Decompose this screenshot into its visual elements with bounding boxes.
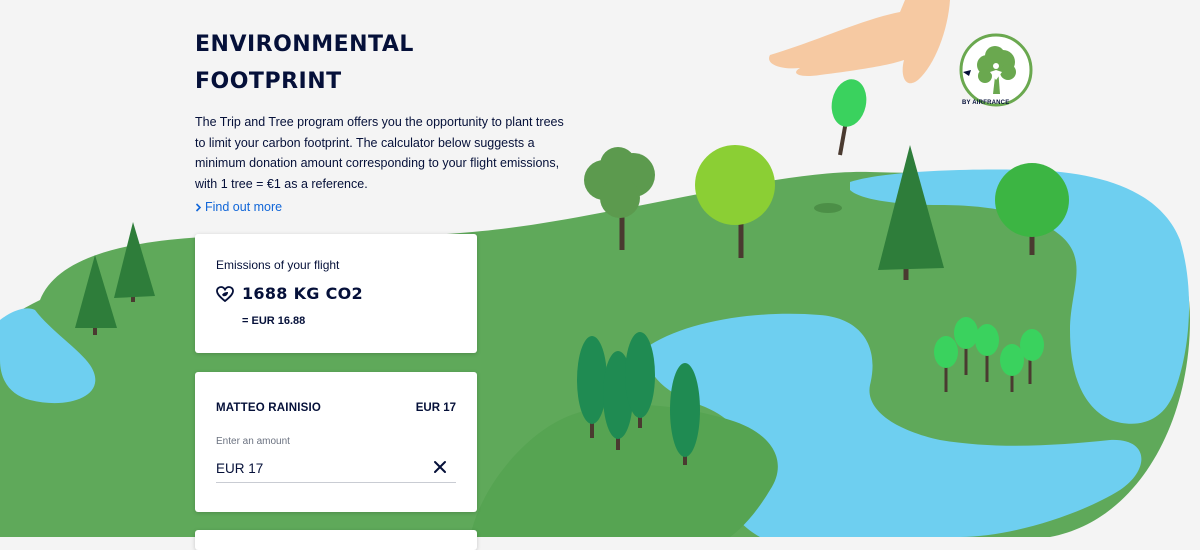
passenger-name: MATTEO RAINISIO	[216, 402, 322, 414]
amount-input-label: Enter an amount	[216, 436, 290, 447]
find-out-more-label: Find out more	[205, 200, 283, 214]
page-title-line2: FOOTPRINT	[195, 69, 342, 94]
heart-leaf-icon	[216, 285, 234, 302]
intro-section: ENVIRONMENTAL FOOTPRINT The Trip and Tre…	[195, 26, 575, 217]
hand	[769, 0, 950, 84]
page-title: ENVIRONMENTAL FOOTPRINT	[195, 26, 575, 100]
chevron-right-icon	[195, 202, 202, 212]
amount-input[interactable]	[216, 454, 456, 483]
emissions-euro-equivalent: = EUR 16.88	[242, 315, 306, 327]
emissions-row: 1688 KG CO2	[216, 284, 363, 303]
find-out-more-link[interactable]: Find out more	[195, 200, 282, 214]
logo-byline: BY AIRFRANCE	[962, 100, 1010, 106]
page-title-line1: ENVIRONMENTAL	[195, 32, 414, 57]
passenger-amount: EUR 17	[415, 402, 456, 414]
intro-description: The Trip and Tree program offers you the…	[195, 115, 564, 191]
passenger-donation-card: MATTEO RAINISIO EUR 17 Enter an amount	[195, 372, 477, 512]
close-icon[interactable]	[431, 458, 449, 476]
falling-tree	[831, 79, 867, 156]
emissions-card: Emissions of your flight 1688 KG CO2 = E…	[195, 234, 477, 353]
emissions-value: 1688 KG CO2	[242, 284, 363, 303]
next-card	[195, 530, 477, 550]
emissions-label: Emissions of your flight	[216, 258, 340, 272]
